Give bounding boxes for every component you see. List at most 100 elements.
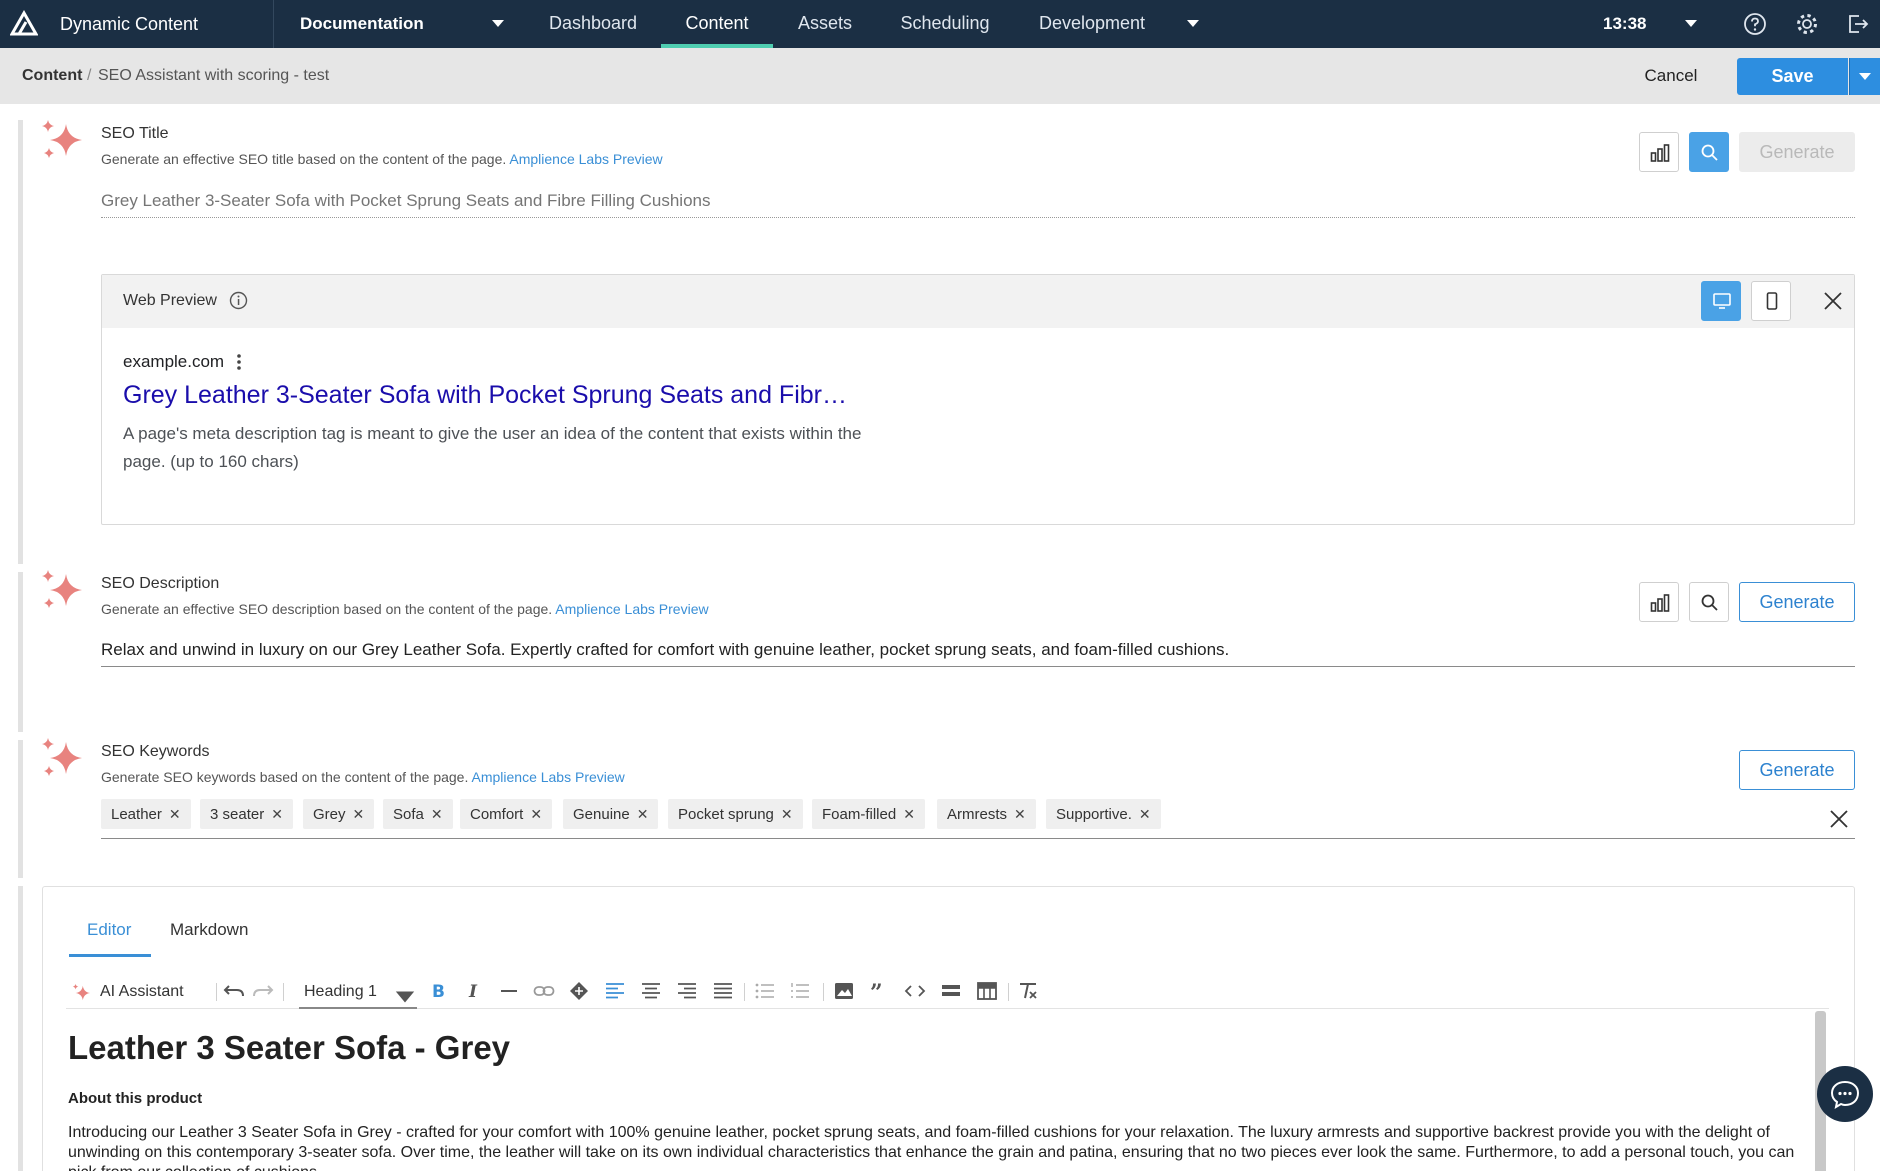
generate-description-button[interactable]: Generate <box>1739 582 1855 622</box>
gear-icon[interactable] <box>1794 11 1820 37</box>
tab-assets[interactable]: Assets <box>782 0 868 48</box>
chevron-down-icon[interactable] <box>1684 19 1698 28</box>
align-center-icon[interactable] <box>640 981 662 1001</box>
desktop-view-button[interactable] <box>1701 281 1741 321</box>
code-icon[interactable] <box>904 981 926 1001</box>
clear-format-icon[interactable] <box>1017 981 1039 1001</box>
content-paragraph[interactable]: Introducing our Leather 3 Seater Sofa in… <box>68 1123 1808 1171</box>
align-justify-icon[interactable] <box>712 981 734 1001</box>
content-subheading[interactable]: About this product <box>68 1090 202 1107</box>
anchor-icon[interactable] <box>568 981 590 1001</box>
svg-text:”: ” <box>870 981 883 1001</box>
ai-sparkle-icon <box>42 120 82 158</box>
breadcrumb-root[interactable]: Content <box>22 67 82 85</box>
link-icon[interactable] <box>533 981 555 1001</box>
generate-keywords-button[interactable]: Generate <box>1739 750 1855 790</box>
keyword-chip[interactable]: Grey ✕ <box>303 799 375 829</box>
remove-chip-icon[interactable]: ✕ <box>271 799 283 829</box>
tab-markdown[interactable]: Markdown <box>170 920 248 940</box>
web-preview-toggle[interactable] <box>1689 132 1729 172</box>
section-rail <box>18 886 23 1171</box>
keyword-chip[interactable]: 3 seater ✕ <box>200 799 293 829</box>
logout-icon[interactable] <box>1844 11 1870 37</box>
content-heading[interactable]: Leather 3 Seater Sofa - Grey <box>68 1029 510 1067</box>
help-icon[interactable] <box>1742 11 1768 37</box>
score-button[interactable] <box>1639 132 1679 172</box>
active-tab-indicator <box>69 954 151 957</box>
chevron-down-icon[interactable] <box>491 19 505 28</box>
remove-chip-icon[interactable]: ✕ <box>431 799 443 829</box>
ai-sparkle-icon[interactable] <box>70 983 92 1003</box>
mobile-view-button[interactable] <box>1751 281 1791 321</box>
web-preview-toggle[interactable] <box>1689 582 1729 622</box>
info-icon[interactable] <box>229 291 248 310</box>
tab-dashboard[interactable]: Dashboard <box>536 0 650 48</box>
preview-result-description: A page's meta description tag is meant t… <box>123 424 862 471</box>
remove-chip-icon[interactable]: ✕ <box>1014 799 1026 829</box>
chevron-down-icon[interactable] <box>1186 19 1200 28</box>
labs-preview-link[interactable]: Amplience Labs Preview <box>509 151 662 167</box>
bold-icon[interactable]: B <box>428 981 450 1001</box>
remove-chip-icon[interactable]: ✕ <box>353 799 365 829</box>
image-icon[interactable] <box>833 981 855 1001</box>
code-block-icon[interactable] <box>940 981 962 1001</box>
seo-description-input[interactable]: Relax and unwind in luxury on our Grey L… <box>101 640 1229 660</box>
keyword-chip[interactable]: Comfort ✕ <box>460 799 553 829</box>
keyword-chip[interactable]: Foam-filled ✕ <box>812 799 925 829</box>
save-button[interactable]: Save <box>1737 58 1848 95</box>
score-button[interactable] <box>1639 582 1679 622</box>
keyword-chip[interactable]: Armrests ✕ <box>937 799 1036 829</box>
close-icon[interactable] <box>1823 291 1843 311</box>
numbered-list-icon[interactable] <box>789 981 811 1001</box>
seo-title-help: Generate an effective SEO title based on… <box>101 151 507 167</box>
keyword-chip-label: 3 seater <box>210 806 265 823</box>
remove-chip-icon[interactable]: ✕ <box>1139 799 1151 829</box>
remove-chip-icon[interactable]: ✕ <box>169 799 181 829</box>
clear-keywords-icon[interactable] <box>1829 809 1849 829</box>
italic-icon[interactable]: I <box>464 981 486 1001</box>
block-format-select[interactable]: Heading 1 <box>304 983 377 1001</box>
desktop-icon <box>1713 293 1731 309</box>
remove-chip-icon[interactable]: ✕ <box>637 799 649 829</box>
keyword-chip[interactable]: Genuine ✕ <box>563 799 659 829</box>
keyword-chip-label: Armrests <box>947 806 1007 823</box>
tab-content[interactable]: Content <box>661 0 773 48</box>
keyword-chip[interactable]: Leather ✕ <box>101 799 191 829</box>
breadcrumb-separator: / <box>87 67 92 84</box>
quote-icon[interactable]: ” <box>868 981 890 1001</box>
cancel-button[interactable]: Cancel <box>1626 58 1716 94</box>
toolbar-separator <box>823 983 824 1001</box>
generate-title-button[interactable]: Generate <box>1739 132 1855 172</box>
svg-text:B: B <box>432 982 445 1001</box>
labs-preview-link[interactable]: Amplience Labs Preview <box>555 601 708 617</box>
keyword-chip[interactable]: Supportive. ✕ <box>1046 799 1161 829</box>
tab-scheduling[interactable]: Scheduling <box>886 0 1004 48</box>
align-left-icon[interactable] <box>604 981 626 1001</box>
tab-development[interactable]: Development <box>1028 0 1156 48</box>
section-rail <box>18 120 23 564</box>
keyword-chip[interactable]: Sofa ✕ <box>383 799 453 829</box>
bullet-list-icon[interactable] <box>754 981 776 1001</box>
seo-description-underline <box>101 666 1855 667</box>
seo-title-input[interactable] <box>101 187 1855 215</box>
undo-icon[interactable] <box>223 981 245 1001</box>
horizontal-rule-icon[interactable] <box>498 981 520 1001</box>
tab-editor[interactable]: Editor <box>87 920 131 940</box>
remove-chip-icon[interactable]: ✕ <box>781 799 793 829</box>
align-right-icon[interactable] <box>676 981 698 1001</box>
remove-chip-icon[interactable]: ✕ <box>530 799 542 829</box>
chevron-down-icon[interactable] <box>394 987 416 1007</box>
web-preview-header: Web Preview <box>102 275 1854 328</box>
rich-text-editor: Editor Markdown AI Assistant Heading 1 B… <box>42 886 1855 1171</box>
redo-icon[interactable] <box>252 981 274 1001</box>
amplience-logo-icon[interactable] <box>10 10 38 38</box>
table-icon[interactable] <box>976 981 998 1001</box>
ai-assistant-button[interactable]: AI Assistant <box>100 983 184 1001</box>
search-icon <box>1701 144 1718 161</box>
chat-button[interactable] <box>1817 1066 1873 1122</box>
save-options-button[interactable] <box>1849 58 1880 95</box>
keyword-chip[interactable]: Pocket sprung ✕ <box>668 799 803 829</box>
remove-chip-icon[interactable]: ✕ <box>903 799 915 829</box>
labs-preview-link[interactable]: Amplience Labs Preview <box>471 769 624 785</box>
hub-selector[interactable]: Documentation <box>300 14 424 34</box>
